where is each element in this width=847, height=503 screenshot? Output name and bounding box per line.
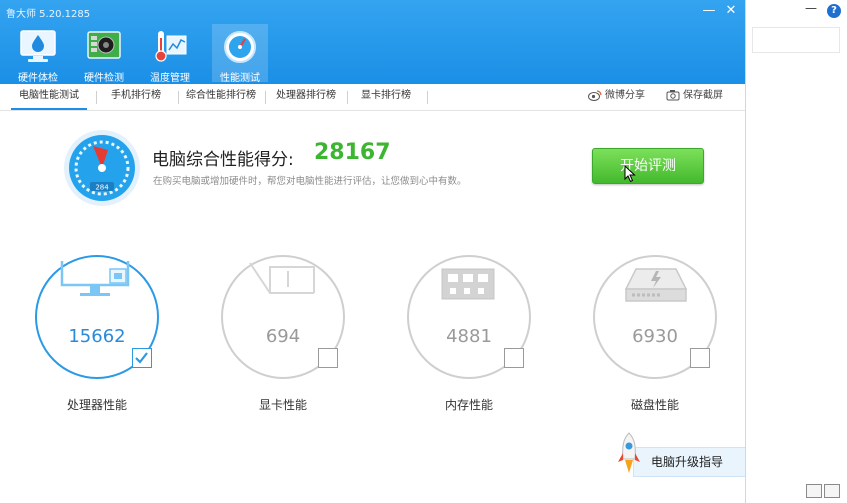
mouse-cursor-icon <box>624 165 636 183</box>
graphics-card-icon <box>249 262 315 294</box>
speedometer-icon <box>224 31 256 63</box>
help-button[interactable]: ? <box>827 4 841 18</box>
metric-cpu[interactable]: 15662 处理器性能 <box>35 255 159 412</box>
toolbar-label: 性能测试 <box>220 73 260 84</box>
metric-value: 694 <box>265 326 301 347</box>
background-field <box>752 27 840 53</box>
hard-disk-icon <box>624 268 688 302</box>
metric-checkbox[interactable] <box>504 348 524 368</box>
tab-phone-ranking[interactable]: 手机排行榜 <box>104 84 168 110</box>
tab-separator <box>178 91 179 104</box>
thermometer-chart-icon <box>155 31 187 62</box>
cpu-monitor-icon <box>60 261 130 296</box>
tab-separator <box>427 91 428 104</box>
metric-memory[interactable]: 4881 内存性能 <box>407 255 531 412</box>
tab-cpu-ranking[interactable]: 处理器排行榜 <box>271 84 341 110</box>
tab-separator <box>265 91 266 104</box>
score-gauge-icon: 284 <box>64 130 140 206</box>
tab-pc-performance[interactable]: 电脑性能测试 <box>11 84 87 110</box>
app-window: 鲁大师 5.20.1285 — ✕ 硬件体检 硬件检测 温度管理 性能测试 电脑… <box>0 0 746 503</box>
tab-separator <box>96 91 97 104</box>
circuit-board-icon <box>87 31 121 59</box>
checkmark-icon <box>135 352 148 364</box>
weibo-icon <box>588 90 602 101</box>
header-bar: 鲁大师 5.20.1285 — ✕ 硬件体检 硬件检测 温度管理 性能测试 <box>0 0 745 84</box>
metric-value: 15662 <box>68 326 126 347</box>
metric-checkbox[interactable] <box>690 348 710 368</box>
metric-label: 内存性能 <box>444 398 493 412</box>
metric-checkbox[interactable] <box>132 348 152 368</box>
close-button[interactable]: ✕ <box>723 3 739 19</box>
list-view-button[interactable] <box>806 484 822 498</box>
metric-label: 处理器性能 <box>66 398 127 412</box>
score-value: 28167 <box>314 140 391 165</box>
metric-value: 4881 <box>446 326 492 347</box>
metric-value: 6930 <box>632 326 678 347</box>
toolbar-item-hardware-detect[interactable]: 硬件检测 <box>76 24 132 84</box>
outer-minimize-button[interactable]: — <box>805 1 817 15</box>
start-test-button[interactable]: 开始评测 <box>592 148 704 184</box>
tab-bar: 电脑性能测试 手机排行榜 综合性能排行榜 处理器排行榜 显卡排行榜 微博分享 保… <box>0 84 745 111</box>
save-screenshot-label: 保存截屏 <box>683 90 723 101</box>
view-mode-buttons <box>806 483 842 502</box>
upgrade-guide-button[interactable]: 电脑升级指导 <box>615 432 745 477</box>
toolbar-label: 硬件体检 <box>18 73 58 84</box>
toolbar-item-hardware-checkup[interactable]: 硬件体检 <box>10 24 66 84</box>
toolbar-item-performance[interactable]: 性能测试 <box>212 24 268 84</box>
monitor-drop-icon <box>20 30 56 62</box>
tab-separator <box>347 91 348 104</box>
weibo-share-label: 微博分享 <box>605 90 645 101</box>
toolbar-label: 温度管理 <box>150 73 190 84</box>
camera-icon <box>666 90 680 101</box>
detail-view-button[interactable] <box>824 484 840 498</box>
tab-gpu-ranking[interactable]: 显卡排行榜 <box>353 84 419 110</box>
gauge-reading: 284 <box>95 184 109 192</box>
memory-chip-icon <box>441 268 495 300</box>
toolbar-label: 硬件检测 <box>84 73 124 84</box>
rocket-icon <box>618 432 640 473</box>
score-label: 电脑综合性能得分: <box>152 150 294 170</box>
toolbar-item-temperature[interactable]: 温度管理 <box>142 24 198 84</box>
metric-gpu[interactable]: 694 显卡性能 <box>221 255 345 412</box>
metric-label: 磁盘性能 <box>630 398 679 412</box>
metric-disk[interactable]: 6930 磁盘性能 <box>593 255 717 412</box>
metric-checkbox[interactable] <box>318 348 338 368</box>
tab-overall-ranking[interactable]: 综合性能排行榜 <box>184 84 258 110</box>
metric-label: 显卡性能 <box>258 398 307 412</box>
score-description: 在购买电脑或增加硬件时，帮您对电脑性能进行评估，让您做到心中有数。 <box>153 176 467 187</box>
app-title: 鲁大师 5.20.1285 <box>6 9 91 20</box>
background-window <box>746 0 847 503</box>
weibo-share-button[interactable]: 微博分享 <box>588 84 645 110</box>
save-screenshot-button[interactable]: 保存截屏 <box>666 84 723 110</box>
upgrade-guide-label: 电脑升级指导 <box>651 455 724 469</box>
minimize-button[interactable]: — <box>701 3 717 19</box>
